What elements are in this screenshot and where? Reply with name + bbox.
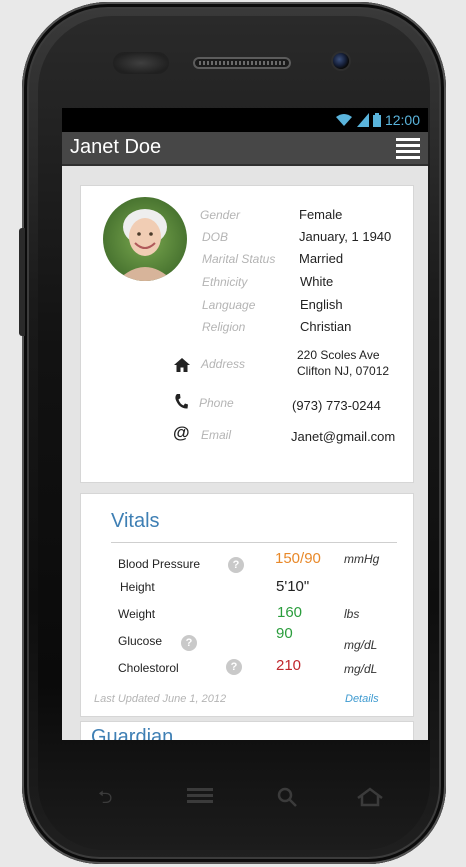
vital-label-height: Height: [120, 580, 155, 594]
proximity-sensor: [113, 52, 169, 74]
vital-value-weight: 160: [277, 604, 303, 621]
status-bar: 12:00: [62, 108, 428, 132]
vital-value-cholestorol: 210: [276, 657, 302, 674]
volume-button: [19, 228, 25, 336]
at-icon: @: [173, 423, 190, 442]
ethnicity-value: White: [300, 274, 334, 289]
wifi-icon: [335, 114, 352, 126]
vital-label-glucose: Glucose: [118, 634, 163, 648]
vital-unit-blood-pressure: mmHg: [344, 552, 380, 566]
vital-value-height: 5'10": [276, 578, 310, 595]
page-title: Janet Doe: [70, 136, 162, 158]
dob-label: DOB: [202, 230, 229, 244]
vitals-card: Vitals Blood Pressure ? 150/90 mmHg Heig…: [81, 494, 413, 716]
last-updated-text: Last Updated June 1, 2012: [94, 693, 227, 705]
phone-screen: 12:00 Janet Doe Gender Female DOB Januar…: [62, 108, 428, 740]
marital-status-value: Married: [299, 251, 344, 266]
home-key-icon[interactable]: [356, 786, 384, 815]
vital-unit-glucose: mg/dL: [344, 638, 378, 652]
marital-status-label: Marital Status: [202, 252, 276, 266]
phone-icon[interactable]: [174, 394, 188, 410]
menu-key-icon[interactable]: [187, 786, 213, 815]
language-value: English: [300, 297, 343, 312]
help-icon[interactable]: ?: [181, 635, 197, 651]
gender-label: Gender: [200, 208, 241, 222]
earpiece-speaker: [193, 57, 291, 69]
front-camera: [333, 53, 349, 69]
avatar: [103, 197, 187, 281]
religion-label: Religion: [202, 320, 246, 334]
ethnicity-label: Ethnicity: [202, 275, 248, 289]
vital-value-blood-pressure: 150/90: [275, 550, 321, 567]
phone-value[interactable]: (973) 773-0244: [292, 398, 381, 413]
address-line2: Clifton NJ, 07012: [297, 364, 390, 378]
vitals-title: Vitals: [111, 510, 160, 532]
address-line1: 220 Scoles Ave: [297, 348, 380, 362]
vital-unit-cholestorol: mg/dL: [344, 662, 378, 676]
profile-card: Gender Female DOB January, 1 1940 Marita…: [81, 186, 413, 482]
phone-label: Phone: [199, 396, 234, 410]
search-key-icon[interactable]: [276, 786, 298, 815]
language-label: Language: [202, 298, 256, 312]
back-icon[interactable]: ⮌: [98, 786, 112, 810]
email-value[interactable]: Janet@gmail.com: [291, 429, 395, 444]
dob-value: January, 1 1940: [299, 229, 392, 244]
home-icon: [174, 358, 190, 372]
help-icon[interactable]: ?: [228, 557, 244, 573]
vital-value-glucose: 90: [276, 625, 293, 642]
app-bar: Janet Doe: [62, 132, 428, 166]
vital-label-blood-pressure: Blood Pressure: [118, 557, 201, 571]
guardian-card: Guardian: [81, 722, 413, 740]
navigation-keys: ⮌: [0, 786, 466, 810]
guardian-title: Guardian: [91, 726, 174, 740]
divider: [111, 542, 397, 543]
vital-unit-weight: lbs: [344, 607, 360, 621]
battery-icon: [372, 113, 381, 127]
religion-value: Christian: [300, 319, 352, 334]
vital-label-weight: Weight: [118, 607, 156, 621]
help-icon[interactable]: ?: [226, 659, 242, 675]
status-time: 12:00: [384, 112, 420, 128]
address-label: Address: [201, 357, 246, 371]
signal-icon: [356, 113, 369, 127]
hamburger-menu-icon[interactable]: [396, 138, 420, 160]
email-label: Email: [201, 428, 232, 442]
vital-label-cholestorol: Cholestorol: [118, 661, 179, 675]
gender-value: Female: [299, 207, 343, 222]
details-link[interactable]: Details: [345, 693, 379, 705]
